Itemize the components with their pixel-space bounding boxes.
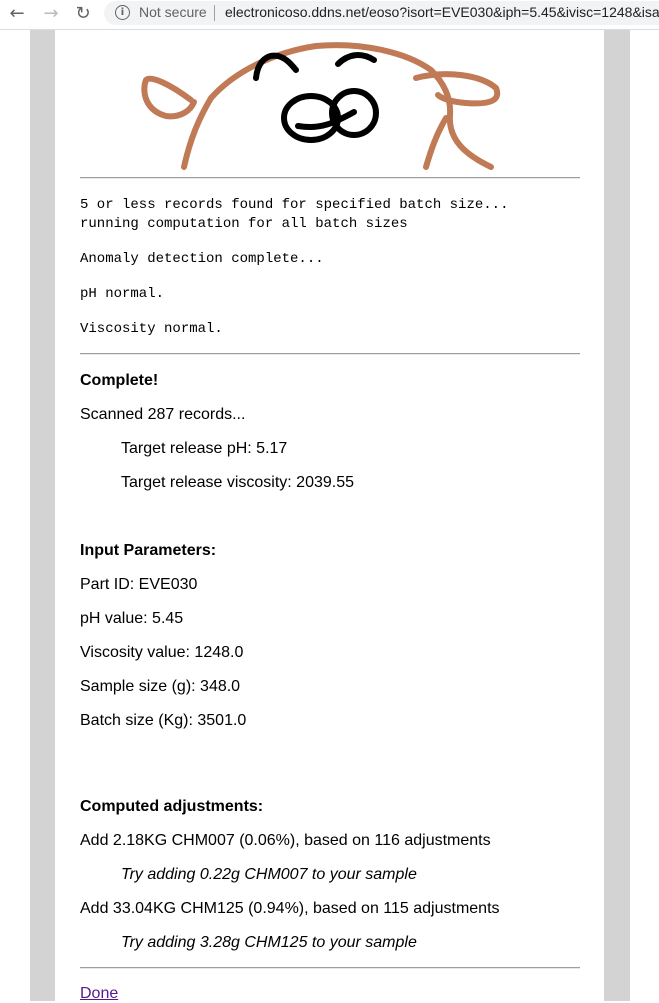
log-ph-message: pH normal. — [80, 286, 165, 302]
separator — [80, 177, 580, 179]
address-separator — [214, 5, 215, 21]
target-ph-text: Target release pH: 5.17 — [121, 440, 288, 457]
sample-suggestion: Try adding 3.28g CHM125 to your sample — [121, 934, 417, 951]
browser-toolbar: ← → ↻ i Not secure electronicoso.ddns.ne… — [0, 0, 659, 30]
right-gutter — [604, 30, 630, 1001]
viscosity-value-text: Viscosity value: 1248.0 — [80, 644, 244, 661]
log-viscosity-message: Viscosity normal. — [80, 321, 223, 337]
separator — [80, 353, 580, 355]
done-link[interactable]: Done — [80, 985, 118, 1003]
reload-icon[interactable]: ↻ — [72, 3, 94, 25]
back-icon[interactable]: ← — [6, 3, 28, 25]
log-anomaly-message: Anomaly detection complete... — [80, 251, 324, 267]
scanned-records-text: Scanned 287 records... — [80, 406, 246, 423]
mascot-logo — [141, 42, 501, 170]
target-viscosity-text: Target release viscosity: 2039.55 — [121, 474, 355, 491]
content-column — [55, 30, 604, 1001]
sample-size-text: Sample size (g): 348.0 — [80, 678, 241, 695]
input-parameters-heading: Input Parameters: — [80, 542, 217, 559]
sample-suggestion: Try adding 0.22g CHM007 to your sample — [121, 866, 417, 883]
url-text[interactable]: electronicoso.ddns.net/eoso?isort=EVE030… — [225, 4, 659, 20]
adjustment-line: Add 2.18KG CHM007 (0.06%), based on 116 … — [80, 832, 491, 849]
security-indicator[interactable]: Not secure — [139, 4, 207, 20]
address-bar[interactable]: i Not secure electronicoso.ddns.net/eoso… — [104, 1, 659, 25]
adjustment-line: Add 33.04KG CHM125 (0.94%), based on 115… — [80, 900, 500, 917]
forward-icon[interactable]: → — [40, 3, 62, 25]
separator — [80, 967, 580, 969]
info-icon[interactable]: i — [115, 5, 130, 20]
part-id-text: Part ID: EVE030 — [80, 576, 198, 593]
left-gutter — [30, 30, 55, 1001]
ph-value-text: pH value: 5.45 — [80, 610, 184, 627]
log-batch-message: 5 or less records found for specified ba… — [80, 197, 509, 232]
results-heading: Complete! — [80, 372, 159, 389]
computed-adjustments-heading: Computed adjustments: — [80, 798, 264, 815]
batch-size-text: Batch size (Kg): 3501.0 — [80, 712, 247, 729]
